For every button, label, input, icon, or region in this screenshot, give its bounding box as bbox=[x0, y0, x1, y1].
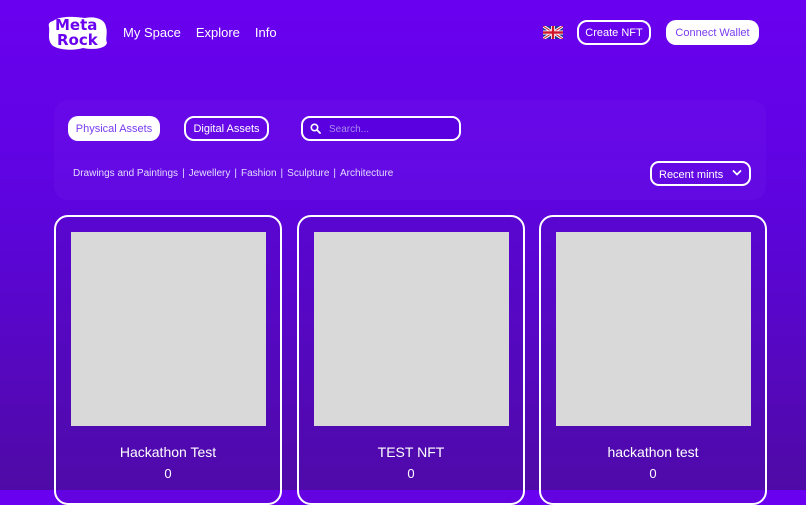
category-fashion[interactable]: Fashion bbox=[241, 168, 277, 179]
search-input[interactable] bbox=[327, 121, 456, 138]
chevron-down-icon bbox=[732, 170, 742, 176]
category-jewellery[interactable]: Jewellery bbox=[189, 168, 231, 179]
logo-word-bottom: Rock bbox=[57, 31, 98, 49]
category-separator: | bbox=[333, 168, 337, 179]
nav-info[interactable]: Info bbox=[255, 25, 277, 40]
category-separator: | bbox=[182, 168, 185, 179]
sort-dropdown[interactable]: Recent mints bbox=[650, 161, 751, 186]
nft-count: 0 bbox=[407, 466, 415, 481]
search-icon bbox=[310, 123, 321, 134]
main-nav: My Space Explore Info bbox=[123, 25, 277, 40]
nft-card[interactable]: Hackathon Test 0 bbox=[54, 215, 282, 505]
physical-assets-button[interactable]: Physical Assets bbox=[68, 116, 160, 141]
nft-count: 0 bbox=[649, 466, 657, 481]
nft-image-placeholder bbox=[556, 232, 751, 426]
nav-my-space[interactable]: My Space bbox=[123, 25, 181, 40]
category-drawings-paintings[interactable]: Drawings and Paintings bbox=[73, 168, 178, 179]
nft-image-placeholder bbox=[71, 232, 266, 426]
nft-title: Hackathon Test bbox=[119, 444, 217, 460]
nft-count: 0 bbox=[164, 466, 172, 481]
sort-label: Recent mints bbox=[659, 169, 724, 181]
nft-title: hackathon test bbox=[607, 444, 699, 460]
nft-title: TEST NFT bbox=[377, 444, 445, 460]
uk-flag-icon[interactable] bbox=[542, 24, 564, 41]
nav-explore[interactable]: Explore bbox=[196, 25, 240, 40]
category-architecture[interactable]: Architecture bbox=[340, 168, 393, 179]
category-links: Drawings and Paintings | Jewellery | Fashion… bbox=[73, 168, 393, 179]
connect-wallet-button[interactable]: Connect Wallet bbox=[666, 20, 759, 45]
digital-assets-button[interactable]: Digital Assets bbox=[184, 116, 269, 141]
category-sculpture[interactable]: Sculpture bbox=[287, 168, 329, 179]
search-box bbox=[301, 116, 461, 141]
category-separator: | bbox=[234, 168, 237, 179]
nft-card[interactable]: TEST NFT 0 bbox=[297, 215, 525, 505]
create-nft-button[interactable]: Create NFT bbox=[577, 20, 651, 45]
category-separator: | bbox=[280, 168, 284, 179]
metarock-logo[interactable]: Meta Rock bbox=[47, 15, 109, 51]
nft-card[interactable]: hackathon test 0 bbox=[539, 215, 767, 505]
nft-image-placeholder bbox=[314, 232, 509, 426]
